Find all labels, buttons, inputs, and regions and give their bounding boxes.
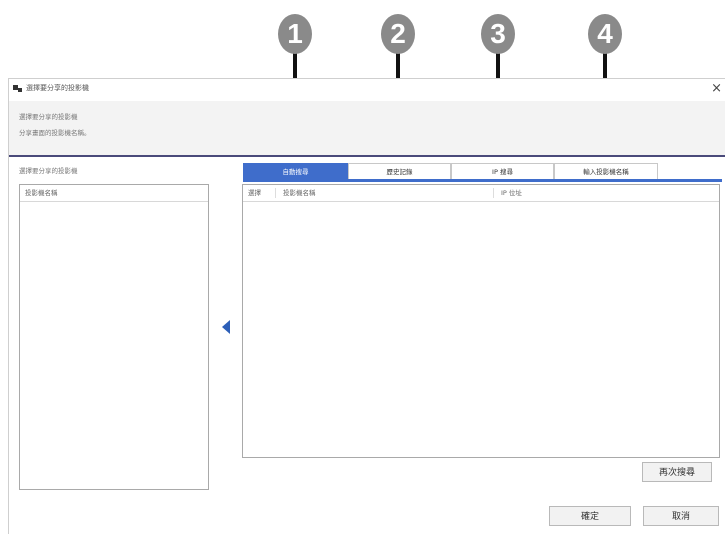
projector-results-table[interactable]: 選擇 投影機名稱 IP 位址 — [242, 184, 720, 458]
callout-4: 4 — [588, 14, 622, 54]
tab-ip-search[interactable]: IP 搜尋 — [451, 163, 554, 179]
ok-button[interactable]: 確定 — [549, 506, 631, 526]
selected-projector-list[interactable]: 投影機名稱 — [19, 184, 209, 490]
header-title: 選擇要分享的投影機 — [19, 113, 78, 121]
column-divider — [275, 188, 276, 198]
search-tabs: 自動搜尋 歷史記錄 IP 搜尋 輸入投影機名稱 — [243, 163, 722, 182]
tab-enter-projector-name[interactable]: 輸入投影機名稱 — [554, 163, 658, 179]
column-projector-name: 投影機名稱 — [283, 189, 316, 197]
close-button[interactable]: × — [711, 79, 722, 99]
dialog-window: 選擇要分享的投影機 × 選擇要分享的投影機 分享畫面的投影機名稱。 選擇要分享的… — [8, 78, 725, 534]
title-bar: 選擇要分享的投影機 × — [9, 79, 725, 99]
header-band: 選擇要分享的投影機 分享畫面的投影機名稱。 — [9, 101, 725, 157]
callout-3: 3 — [481, 14, 515, 54]
table-header: 選擇 投影機名稱 IP 位址 — [243, 185, 719, 202]
projector-app-icon — [13, 85, 22, 92]
search-again-button[interactable]: 再次搜尋 — [642, 462, 712, 482]
tab-history[interactable]: 歷史記錄 — [348, 163, 451, 179]
window-title: 選擇要分享的投影機 — [26, 84, 89, 92]
move-left-arrow-icon[interactable] — [222, 320, 230, 334]
callout-2: 2 — [381, 14, 415, 54]
callout-1: 1 — [278, 14, 312, 54]
column-ip-address: IP 位址 — [501, 189, 522, 197]
column-divider — [493, 188, 494, 198]
tab-auto-search[interactable]: 自動搜尋 — [243, 163, 348, 179]
list-header-projector-name: 投影機名稱 — [20, 185, 208, 202]
column-select: 選擇 — [248, 189, 261, 197]
cancel-button[interactable]: 取消 — [643, 506, 719, 526]
header-description: 分享畫面的投影機名稱。 — [19, 129, 91, 137]
left-panel-caption: 選擇要分享的投影機 — [19, 167, 78, 175]
